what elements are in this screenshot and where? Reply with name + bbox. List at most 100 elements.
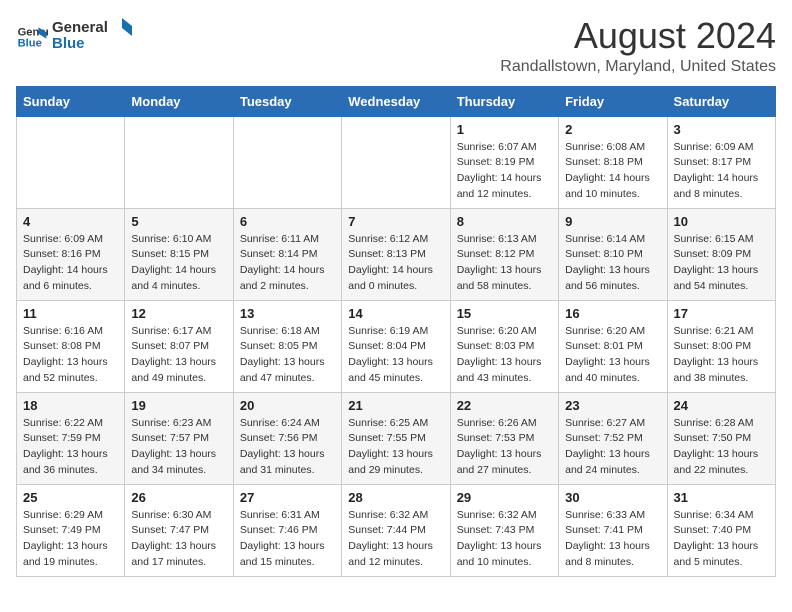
calendar-cell: 22 Sunrise: 6:26 AMSunset: 7:53 PMDayligh… [450, 392, 558, 484]
day-detail: Sunrise: 6:29 AMSunset: 7:49 PMDaylight:… [23, 508, 118, 571]
week-row-2: 4 Sunrise: 6:09 AMSunset: 8:16 PMDaylight… [17, 208, 776, 300]
day-number: 24 [674, 398, 769, 413]
day-number: 18 [23, 398, 118, 413]
day-detail: Sunrise: 6:34 AMSunset: 7:40 PMDaylight:… [674, 508, 769, 571]
day-detail: Sunrise: 6:18 AMSunset: 8:05 PMDaylight:… [240, 324, 335, 387]
day-number: 10 [674, 214, 769, 229]
calendar-cell: 9Sunrise: 6:14 AMSunset: 8:10 PMDaylight… [559, 208, 667, 300]
page-header: General Blue General Blue August 2024 Ra… [16, 16, 776, 76]
day-detail: Sunrise: 6:32 AMSunset: 7:44 PMDaylight:… [348, 508, 443, 571]
calendar-cell [233, 116, 341, 208]
calendar-cell [125, 116, 233, 208]
calendar-cell: 15 Sunrise: 6:20 AMSunset: 8:03 PMDayligh… [450, 300, 558, 392]
day-number: 31 [674, 490, 769, 505]
day-number: 25 [23, 490, 118, 505]
day-number: 5 [131, 214, 226, 229]
calendar-cell: 20 Sunrise: 6:24 AMSunset: 7:56 PMDayligh… [233, 392, 341, 484]
day-number: 19 [131, 398, 226, 413]
week-row-4: 18 Sunrise: 6:22 AMSunset: 7:59 PMDayligh… [17, 392, 776, 484]
day-number: 23 [565, 398, 660, 413]
calendar-cell: 14 Sunrise: 6:19 AMSunset: 8:04 PMDayligh… [342, 300, 450, 392]
column-header-tuesday: Tuesday [233, 86, 341, 116]
day-detail: Sunrise: 6:08 AMSunset: 8:18 PMDaylight:… [565, 140, 660, 203]
logo-svg: General Blue [52, 16, 132, 52]
day-detail: Sunrise: 6:32 AMSunset: 7:43 PMDaylight:… [457, 508, 552, 571]
column-header-thursday: Thursday [450, 86, 558, 116]
day-number: 13 [240, 306, 335, 321]
calendar-cell: 3Sunrise: 6:09 AMSunset: 8:17 PMDaylight… [667, 116, 775, 208]
column-header-wednesday: Wednesday [342, 86, 450, 116]
calendar-cell: 6 Sunrise: 6:11 AMSunset: 8:14 PMDaylight… [233, 208, 341, 300]
day-detail: Sunrise: 6:30 AMSunset: 7:47 PMDaylight:… [131, 508, 226, 571]
day-detail: Sunrise: 6:26 AMSunset: 7:53 PMDaylight:… [457, 416, 552, 479]
day-number: 12 [131, 306, 226, 321]
day-number: 21 [348, 398, 443, 413]
day-number: 15 [457, 306, 552, 321]
day-number: 11 [23, 306, 118, 321]
day-number: 2 [565, 122, 660, 137]
calendar-cell: 5 Sunrise: 6:10 AMSunset: 8:15 PMDaylight… [125, 208, 233, 300]
calendar-cell: 16Sunrise: 6:20 AMSunset: 8:01 PMDayligh… [559, 300, 667, 392]
day-number: 8 [457, 214, 552, 229]
day-detail: Sunrise: 6:24 AMSunset: 7:56 PMDaylight:… [240, 416, 335, 479]
calendar-cell: 27 Sunrise: 6:31 AMSunset: 7:46 PMDayligh… [233, 484, 341, 576]
day-detail: Sunrise: 6:09 AMSunset: 8:16 PMDaylight:… [23, 232, 118, 295]
day-detail: Sunrise: 6:27 AMSunset: 7:52 PMDaylight:… [565, 416, 660, 479]
location: Randallstown, Maryland, United States [500, 58, 776, 76]
day-detail: Sunrise: 6:16 AMSunset: 8:08 PMDaylight:… [23, 324, 118, 387]
calendar-cell: 4 Sunrise: 6:09 AMSunset: 8:16 PMDaylight… [17, 208, 125, 300]
day-number: 1 [457, 122, 552, 137]
day-number: 30 [565, 490, 660, 505]
calendar-cell [342, 116, 450, 208]
column-header-friday: Friday [559, 86, 667, 116]
calendar-cell: 25 Sunrise: 6:29 AMSunset: 7:49 PMDayligh… [17, 484, 125, 576]
calendar-cell: 23 Sunrise: 6:27 AMSunset: 7:52 PMDayligh… [559, 392, 667, 484]
column-header-saturday: Saturday [667, 86, 775, 116]
logo: General Blue General Blue [16, 16, 132, 57]
calendar-body: 1 Sunrise: 6:07 AMSunset: 8:19 PMDaylight… [17, 116, 776, 576]
day-number: 29 [457, 490, 552, 505]
column-header-sunday: Sunday [17, 86, 125, 116]
month-year: August 2024 [500, 16, 776, 56]
calendar-cell: 28Sunrise: 6:32 AMSunset: 7:44 PMDayligh… [342, 484, 450, 576]
day-number: 3 [674, 122, 769, 137]
day-number: 6 [240, 214, 335, 229]
day-detail: Sunrise: 6:10 AMSunset: 8:15 PMDaylight:… [131, 232, 226, 295]
calendar-cell: 29 Sunrise: 6:32 AMSunset: 7:43 PMDayligh… [450, 484, 558, 576]
day-detail: Sunrise: 6:33 AMSunset: 7:41 PMDaylight:… [565, 508, 660, 571]
day-number: 14 [348, 306, 443, 321]
week-row-1: 1 Sunrise: 6:07 AMSunset: 8:19 PMDaylight… [17, 116, 776, 208]
svg-text:Blue: Blue [18, 37, 42, 49]
day-detail: Sunrise: 6:20 AMSunset: 8:03 PMDaylight:… [457, 324, 552, 387]
calendar-cell: 8Sunrise: 6:13 AMSunset: 8:12 PMDaylight… [450, 208, 558, 300]
day-detail: Sunrise: 6:15 AMSunset: 8:09 PMDaylight:… [674, 232, 769, 295]
day-number: 20 [240, 398, 335, 413]
day-number: 4 [23, 214, 118, 229]
calendar-cell: 17 Sunrise: 6:21 AMSunset: 8:00 PMDayligh… [667, 300, 775, 392]
svg-text:Blue: Blue [52, 35, 85, 52]
day-detail: Sunrise: 6:07 AMSunset: 8:19 PMDaylight:… [457, 140, 552, 203]
calendar-cell: 26 Sunrise: 6:30 AMSunset: 7:47 PMDayligh… [125, 484, 233, 576]
day-detail: Sunrise: 6:21 AMSunset: 8:00 PMDaylight:… [674, 324, 769, 387]
day-detail: Sunrise: 6:22 AMSunset: 7:59 PMDaylight:… [23, 416, 118, 479]
calendar-cell: 13 Sunrise: 6:18 AMSunset: 8:05 PMDayligh… [233, 300, 341, 392]
day-detail: Sunrise: 6:31 AMSunset: 7:46 PMDaylight:… [240, 508, 335, 571]
day-detail: Sunrise: 6:28 AMSunset: 7:50 PMDaylight:… [674, 416, 769, 479]
calendar-cell: 12 Sunrise: 6:17 AMSunset: 8:07 PMDayligh… [125, 300, 233, 392]
day-number: 27 [240, 490, 335, 505]
svg-text:General: General [52, 19, 108, 36]
calendar-cell: 19Sunrise: 6:23 AMSunset: 7:57 PMDayligh… [125, 392, 233, 484]
calendar-cell: 21Sunrise: 6:25 AMSunset: 7:55 PMDayligh… [342, 392, 450, 484]
calendar-cell: 31 Sunrise: 6:34 AMSunset: 7:40 PMDayligh… [667, 484, 775, 576]
day-detail: Sunrise: 6:17 AMSunset: 8:07 PMDaylight:… [131, 324, 226, 387]
calendar-cell: 2 Sunrise: 6:08 AMSunset: 8:18 PMDaylight… [559, 116, 667, 208]
day-detail: Sunrise: 6:11 AMSunset: 8:14 PMDaylight:… [240, 232, 335, 295]
calendar-cell: 10 Sunrise: 6:15 AMSunset: 8:09 PMDayligh… [667, 208, 775, 300]
day-number: 17 [674, 306, 769, 321]
day-detail: Sunrise: 6:19 AMSunset: 8:04 PMDaylight:… [348, 324, 443, 387]
day-number: 22 [457, 398, 552, 413]
day-number: 26 [131, 490, 226, 505]
week-row-5: 25 Sunrise: 6:29 AMSunset: 7:49 PMDayligh… [17, 484, 776, 576]
calendar-cell: 30 Sunrise: 6:33 AMSunset: 7:41 PMDayligh… [559, 484, 667, 576]
day-number: 9 [565, 214, 660, 229]
